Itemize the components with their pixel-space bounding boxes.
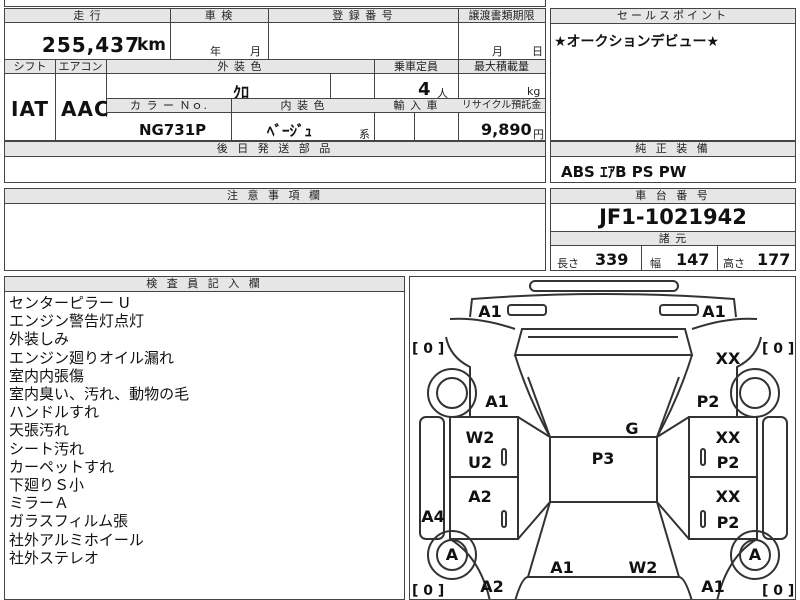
damage-code: P2: [716, 513, 740, 532]
transfer-month: 月: [492, 45, 503, 58]
note-line: 社外ステレオ: [9, 548, 100, 567]
note-line: エンジン警告灯点灯: [9, 312, 145, 331]
max-load-label: 最大積載量: [458, 60, 545, 74]
inspection-year: 年: [210, 45, 221, 58]
note-line: ハンドルすれ: [9, 403, 100, 422]
note-line: ミラーＡ: [9, 494, 70, 513]
genuine-equipment-text: ABS ｴｱB PS PW: [561, 163, 687, 181]
damage-code: A1: [701, 577, 725, 596]
damage-code: A1: [702, 302, 726, 321]
sales-point-label: セールスポイント: [551, 9, 795, 24]
note-line: センターピラー U: [9, 294, 130, 312]
transfer-day: 日: [532, 45, 543, 58]
shift-label: シフト: [5, 60, 55, 74]
caution-label: 注 意 事 項 欄: [5, 189, 545, 204]
chassis-number: JF1-1021942: [599, 205, 747, 229]
aircon-label: エアコン: [55, 60, 106, 74]
damage-code: P3: [591, 449, 615, 468]
capacity-value: 4: [418, 79, 431, 100]
spec-label: 諸 元: [551, 232, 795, 246]
damage-code: W2: [628, 558, 658, 577]
capacity-label: 乗車定員: [374, 60, 458, 74]
bracket-value: [ 0 ]: [412, 341, 445, 357]
damage-code: A1: [485, 392, 509, 411]
note-line: 下廻りＳ小: [9, 476, 85, 495]
shift-value: IAT: [11, 97, 50, 121]
note-line: カーペットすれ: [9, 457, 115, 476]
height-value: 177: [757, 250, 791, 269]
recycle-deposit-unit: 円: [533, 128, 544, 141]
interior-color-value: ﾍﾞｰｼﾞｭ: [267, 122, 313, 140]
inspector-notes: センターピラー U エンジン警告灯点灯 外装しみ エンジン廻りオイル漏れ 室内内…: [9, 294, 399, 567]
height-label: 高さ: [723, 257, 745, 270]
damage-code: U2: [467, 453, 493, 472]
note-line: 室内内張傷: [9, 366, 85, 385]
damage-code: XX: [715, 349, 741, 368]
damage-code: XX: [715, 487, 741, 506]
damage-code: W2: [465, 428, 495, 447]
length-value: 339: [595, 250, 629, 269]
inspector-box: 検 査 員 記 入 欄 センターピラー U エンジン警告灯点灯 外装しみ エンジ…: [4, 276, 405, 600]
genuine-equipment-label: 純 正 装 備: [551, 142, 795, 157]
mileage-label: 走 行: [5, 9, 170, 23]
chassis-box: 車 台 番 号 JF1-1021942 諸 元 長さ 339 幅 147 高さ …: [550, 188, 796, 271]
mileage-value: 255,437: [41, 33, 140, 57]
length-label: 長さ: [557, 257, 579, 270]
interior-color-label: 内 装 色: [232, 99, 374, 113]
width-label: 幅: [650, 257, 661, 270]
sales-point-text: ★オークションデビュー★: [554, 34, 720, 50]
import-label: 輸 入 車: [374, 99, 458, 113]
bracket-value: [ 0 ]: [762, 341, 795, 357]
later-parts-box: 後 日 発 送 部 品: [4, 141, 546, 183]
max-load-unit: kg: [527, 85, 541, 98]
top-cropped-strip: [4, 0, 546, 7]
damage-code: XX: [715, 428, 741, 447]
color-no-value: NG731P: [139, 121, 207, 139]
note-line: 室内臭い、汚れ、動物の毛: [9, 385, 190, 404]
damage-code: A2: [480, 577, 504, 596]
caution-box: 注 意 事 項 欄: [4, 188, 546, 271]
spec-row: 長さ 339 幅 147 高さ 177: [551, 246, 795, 271]
note-line: 天張汚れ: [9, 421, 70, 440]
aircon-value: AAC: [61, 97, 110, 121]
interior-color-suffix: 系: [359, 128, 370, 141]
chassis-label: 車 台 番 号: [551, 189, 795, 204]
transfer-deadline-label: 譲渡書類期限: [458, 9, 545, 23]
note-line: 社外アルミホイール: [9, 530, 144, 549]
note-line: ガラスフィルム張: [9, 512, 129, 531]
later-parts-label: 後 日 発 送 部 品: [5, 142, 545, 157]
damage-code: A2: [468, 487, 492, 506]
width-value: 147: [676, 250, 710, 269]
genuine-equipment-box: 純 正 装 備 ABS ｴｱB PS PW: [550, 141, 796, 183]
damage-code: A: [748, 545, 762, 564]
damage-code: P2: [716, 453, 740, 472]
bracket-value: [ 0 ]: [412, 583, 445, 599]
damage-code: A4: [421, 507, 445, 526]
note-line: シート汚れ: [9, 439, 85, 458]
damage-code: A: [445, 545, 459, 564]
damage-code: G: [625, 419, 639, 438]
inspection-month: 月: [250, 45, 261, 58]
bracket-value: [ 0 ]: [762, 583, 795, 599]
registration-label: 登 録 番 号: [268, 9, 458, 23]
car-diagram-box: A1 A1 [ 0 ] [ 0 ] XX A1 P2 G W2 U2 P3 XX…: [409, 276, 796, 600]
damage-code: A1: [550, 558, 574, 577]
recycle-deposit-label: リサイクル預託金: [458, 99, 545, 113]
mileage-value-cell: 255,437 km: [5, 25, 170, 57]
exterior-color-label: 外 装 色: [106, 60, 374, 74]
vehicle-info-table: 走 行 車 検 登 録 番 号 譲渡書類期限 255,437 km 年 月 月 …: [4, 8, 546, 142]
note-line: エンジン廻りオイル漏れ: [9, 348, 175, 367]
sales-point-box: セールスポイント ★オークションデビュー★: [550, 8, 796, 141]
damage-code: A1: [478, 302, 502, 321]
inspector-label: 検 査 員 記 入 欄: [5, 277, 404, 292]
mileage-unit: km: [136, 35, 166, 55]
recycle-deposit-value: 9,890: [481, 120, 532, 139]
note-line: 外装しみ: [9, 330, 70, 349]
inspection-label: 車 検: [170, 9, 268, 23]
color-no-label: カ ラ ー Ｎｏ.: [107, 99, 231, 113]
damage-code: P2: [696, 392, 720, 411]
